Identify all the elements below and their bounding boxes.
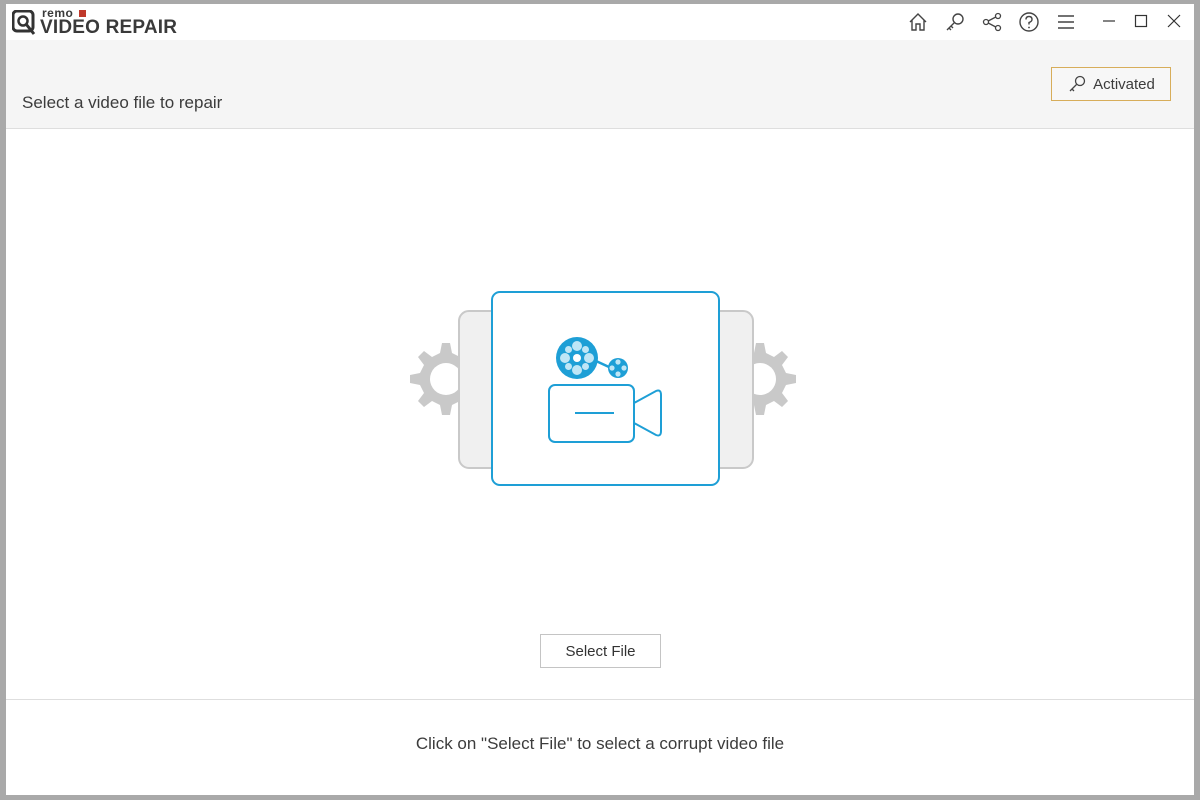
footer-hint: Click on "Select File" to select a corru… xyxy=(415,734,785,753)
main-area: Select File xyxy=(6,129,1194,699)
help-icon[interactable] xyxy=(1015,8,1043,36)
logo-dot xyxy=(79,10,86,17)
close-icon[interactable] xyxy=(1157,6,1191,36)
page-title: Select a video file to repair xyxy=(22,93,223,112)
key-icon[interactable] xyxy=(941,8,969,36)
select-file-button[interactable]: Select File xyxy=(540,634,661,668)
video-repair-illustration xyxy=(410,291,796,486)
logo-mark-icon xyxy=(12,10,36,35)
key-icon xyxy=(1069,75,1086,92)
footer-bar: Click on "Select File" to select a corru… xyxy=(6,699,1194,795)
header-bar: Select a video file to repair Activated xyxy=(6,40,1194,129)
menu-icon[interactable] xyxy=(1052,8,1080,36)
app-window: remo VIDEO REPAIR Select a video file to… xyxy=(6,4,1194,795)
app-logo: remo VIDEO REPAIR xyxy=(12,7,192,38)
minimize-icon[interactable] xyxy=(1092,6,1126,36)
share-icon[interactable] xyxy=(978,8,1006,36)
maximize-icon[interactable] xyxy=(1124,6,1158,36)
activated-label: Activated xyxy=(1093,75,1155,93)
title-bar: remo VIDEO REPAIR xyxy=(6,4,1194,40)
activated-button[interactable]: Activated xyxy=(1051,67,1171,101)
logo-product-text: VIDEO REPAIR xyxy=(40,17,178,38)
home-icon[interactable] xyxy=(904,8,932,36)
